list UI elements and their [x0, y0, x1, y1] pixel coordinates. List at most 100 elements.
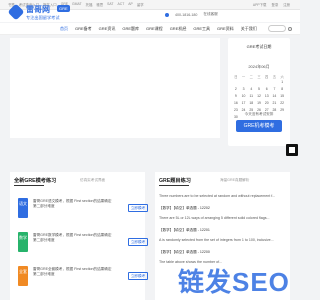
logo-slogan: 专注出国留学考试 [26, 15, 60, 20]
search-input[interactable] [268, 25, 286, 32]
question-meta[interactable]: 【数学】【填空】单选题 - 12201 [159, 228, 287, 233]
section-title: GRE题目练习 [159, 178, 191, 184]
calendar-day[interactable]: 15 [278, 94, 286, 98]
start-mock-button[interactable]: 立即模考 [128, 272, 148, 280]
logo-badge: GRE [57, 5, 70, 12]
calendar-day[interactable]: 17 [240, 101, 248, 105]
card-text: 雷哥GRE语文模考，根据 First section的结果确定第二部分难度 [33, 199, 112, 208]
mock-card-quant: 数学 雷哥GRE数学模考，根据 First section的结果确定第二部分难度… [18, 232, 148, 254]
weekday: 三 [257, 75, 261, 79]
nav-item-home[interactable]: 首页 [60, 26, 68, 32]
section-subtitle: 仿真实考试界面 [80, 178, 106, 182]
calendar-day [232, 80, 240, 84]
app-download-link[interactable]: APP下载 [253, 2, 267, 7]
search-icon[interactable] [288, 26, 292, 31]
calendar-day [263, 80, 271, 84]
nav-item[interactable]: GRE机经 [170, 26, 187, 32]
logo-mark-icon [7, 3, 25, 21]
watermark-text: 链发SEO [178, 267, 290, 297]
phone-icon [165, 12, 169, 17]
card-tag: 数学 [18, 232, 28, 252]
calendar-day[interactable]: 12 [255, 94, 263, 98]
question-excerpt[interactable]: Three numbers are to be selected at rand… [159, 194, 287, 198]
calendar-day [271, 80, 279, 84]
card-text: 雷哥GRE全套模考，根据 First section的结果确定第二部分难度 [33, 267, 112, 276]
calendar-weekdays: 日 一 二 三 四 五 六 [232, 74, 286, 79]
calendar-day [247, 80, 255, 84]
nav-item[interactable]: GRE资讯 [99, 26, 116, 32]
calendar-day[interactable]: 14 [271, 94, 279, 98]
title-underline [14, 185, 44, 186]
title-underline [159, 185, 189, 186]
hero-banner[interactable] [10, 38, 220, 138]
calendar-day[interactable]: 22 [278, 101, 286, 105]
start-mock-button[interactable]: 立即模考 [128, 204, 148, 212]
calendar-note: 今天没有考试安排 [244, 112, 274, 116]
calendar-day[interactable]: 2 [232, 87, 240, 91]
question-meta[interactable]: 【数学】【填空】单选题 - 12202 [159, 206, 287, 211]
question-meta[interactable]: 【数学】【填空】单选题 - 12200 [159, 250, 287, 255]
nav-item[interactable]: 关于我们 [241, 26, 257, 32]
calendar-day[interactable]: 1 [278, 80, 286, 84]
calendar-day[interactable]: 11 [247, 94, 255, 98]
calendar-day[interactable]: 9 [232, 94, 240, 98]
start-mock-button[interactable]: 立即模考 [128, 238, 148, 246]
calendar-day[interactable]: 19 [255, 101, 263, 105]
weekday: 一 [241, 75, 246, 79]
nav-search [268, 25, 292, 32]
nav-item[interactable]: GRE工具 [193, 26, 210, 32]
logo-text: 雷哥网 [26, 5, 50, 14]
mock-card-verbal: 语文 雷哥GRE语文模考，根据 First section的结果确定第二部分难度… [18, 198, 148, 220]
calendar-day[interactable]: 13 [263, 94, 271, 98]
top-link[interactable]: 留学 [137, 2, 144, 7]
calendar-month: 2024年06月 [248, 64, 270, 69]
card-tag: 语文 [18, 198, 28, 218]
top-link[interactable]: SAT [107, 2, 113, 7]
calendar-day [255, 80, 263, 84]
card-tag: 全套 [18, 266, 28, 286]
nav-item[interactable]: GRE课程 [146, 26, 163, 32]
top-link[interactable]: ACT [118, 2, 125, 7]
nav-item[interactable]: GRE题库 [122, 26, 139, 32]
weekday: 二 [249, 75, 253, 79]
calendar-day[interactable]: 10 [240, 94, 248, 98]
calendar-day[interactable]: 7 [271, 87, 279, 91]
question-excerpt[interactable]: A is randomly selected from the set of i… [159, 238, 287, 242]
login-link[interactable]: 登录 [271, 2, 278, 7]
calendar-day[interactable]: 8 [278, 87, 286, 91]
weekday: 四 [265, 75, 269, 79]
question-excerpt[interactable]: There are 5L or 12L ways of arranging 5 … [159, 216, 287, 220]
main-nav: 首页 GRE备考 GRE资讯 GRE题库 GRE课程 GRE机经 GRE工具 G… [0, 23, 300, 35]
phone-number: 400-1816-180 [175, 12, 198, 17]
calendar-day[interactable]: 20 [263, 101, 271, 105]
calendar-day [240, 80, 248, 84]
calendar-day[interactable]: 6 [263, 87, 271, 91]
top-right-links: APP下载 登录 注册 [253, 2, 290, 7]
mock-practice-section: 全新GRE模考练习 仿真实考试界面 语文 雷哥GRE语文模考，根据 First … [10, 172, 148, 300]
online-service-link[interactable]: 在线客服 [203, 12, 217, 17]
section-title: 全新GRE模考练习 [14, 178, 57, 184]
watermark: 链发SEO [178, 262, 296, 297]
weekday: 六 [280, 75, 284, 79]
calendar-day[interactable]: 16 [232, 101, 240, 105]
nav-item[interactable]: GRE资料 [217, 26, 234, 32]
calendar-day[interactable]: 18 [247, 101, 255, 105]
calendar-day[interactable]: 21 [271, 101, 279, 105]
weekday: 日 [234, 75, 238, 79]
site-header: 雷哥网 GRE 专注出国留学考试 400-1816-180 在线客服 [0, 3, 300, 22]
qr-code-icon[interactable] [286, 144, 298, 156]
top-link[interactable]: GMAT [72, 2, 82, 7]
calendar-day[interactable]: 5 [255, 87, 263, 91]
calendar-day[interactable]: 4 [247, 87, 255, 91]
nav-item[interactable]: GRE备考 [75, 26, 92, 32]
top-link[interactable]: 雅思 [96, 2, 103, 7]
mock-exam-button[interactable]: GRE机考模考 [236, 120, 282, 132]
exam-calendar-panel: GRE考试日期 2024年06月 日 一 二 三 四 五 六 123456789… [228, 38, 290, 146]
top-link[interactable]: AP [128, 2, 133, 7]
weekday: 五 [272, 75, 277, 79]
calendar-day[interactable]: 3 [240, 87, 248, 91]
top-link[interactable]: 托福 [86, 2, 93, 7]
contact-info: 400-1816-180 在线客服 [165, 12, 218, 17]
nav-items: 首页 GRE备考 GRE资讯 GRE题库 GRE课程 GRE机经 GRE工具 G… [60, 26, 257, 32]
register-link[interactable]: 注册 [283, 2, 290, 7]
